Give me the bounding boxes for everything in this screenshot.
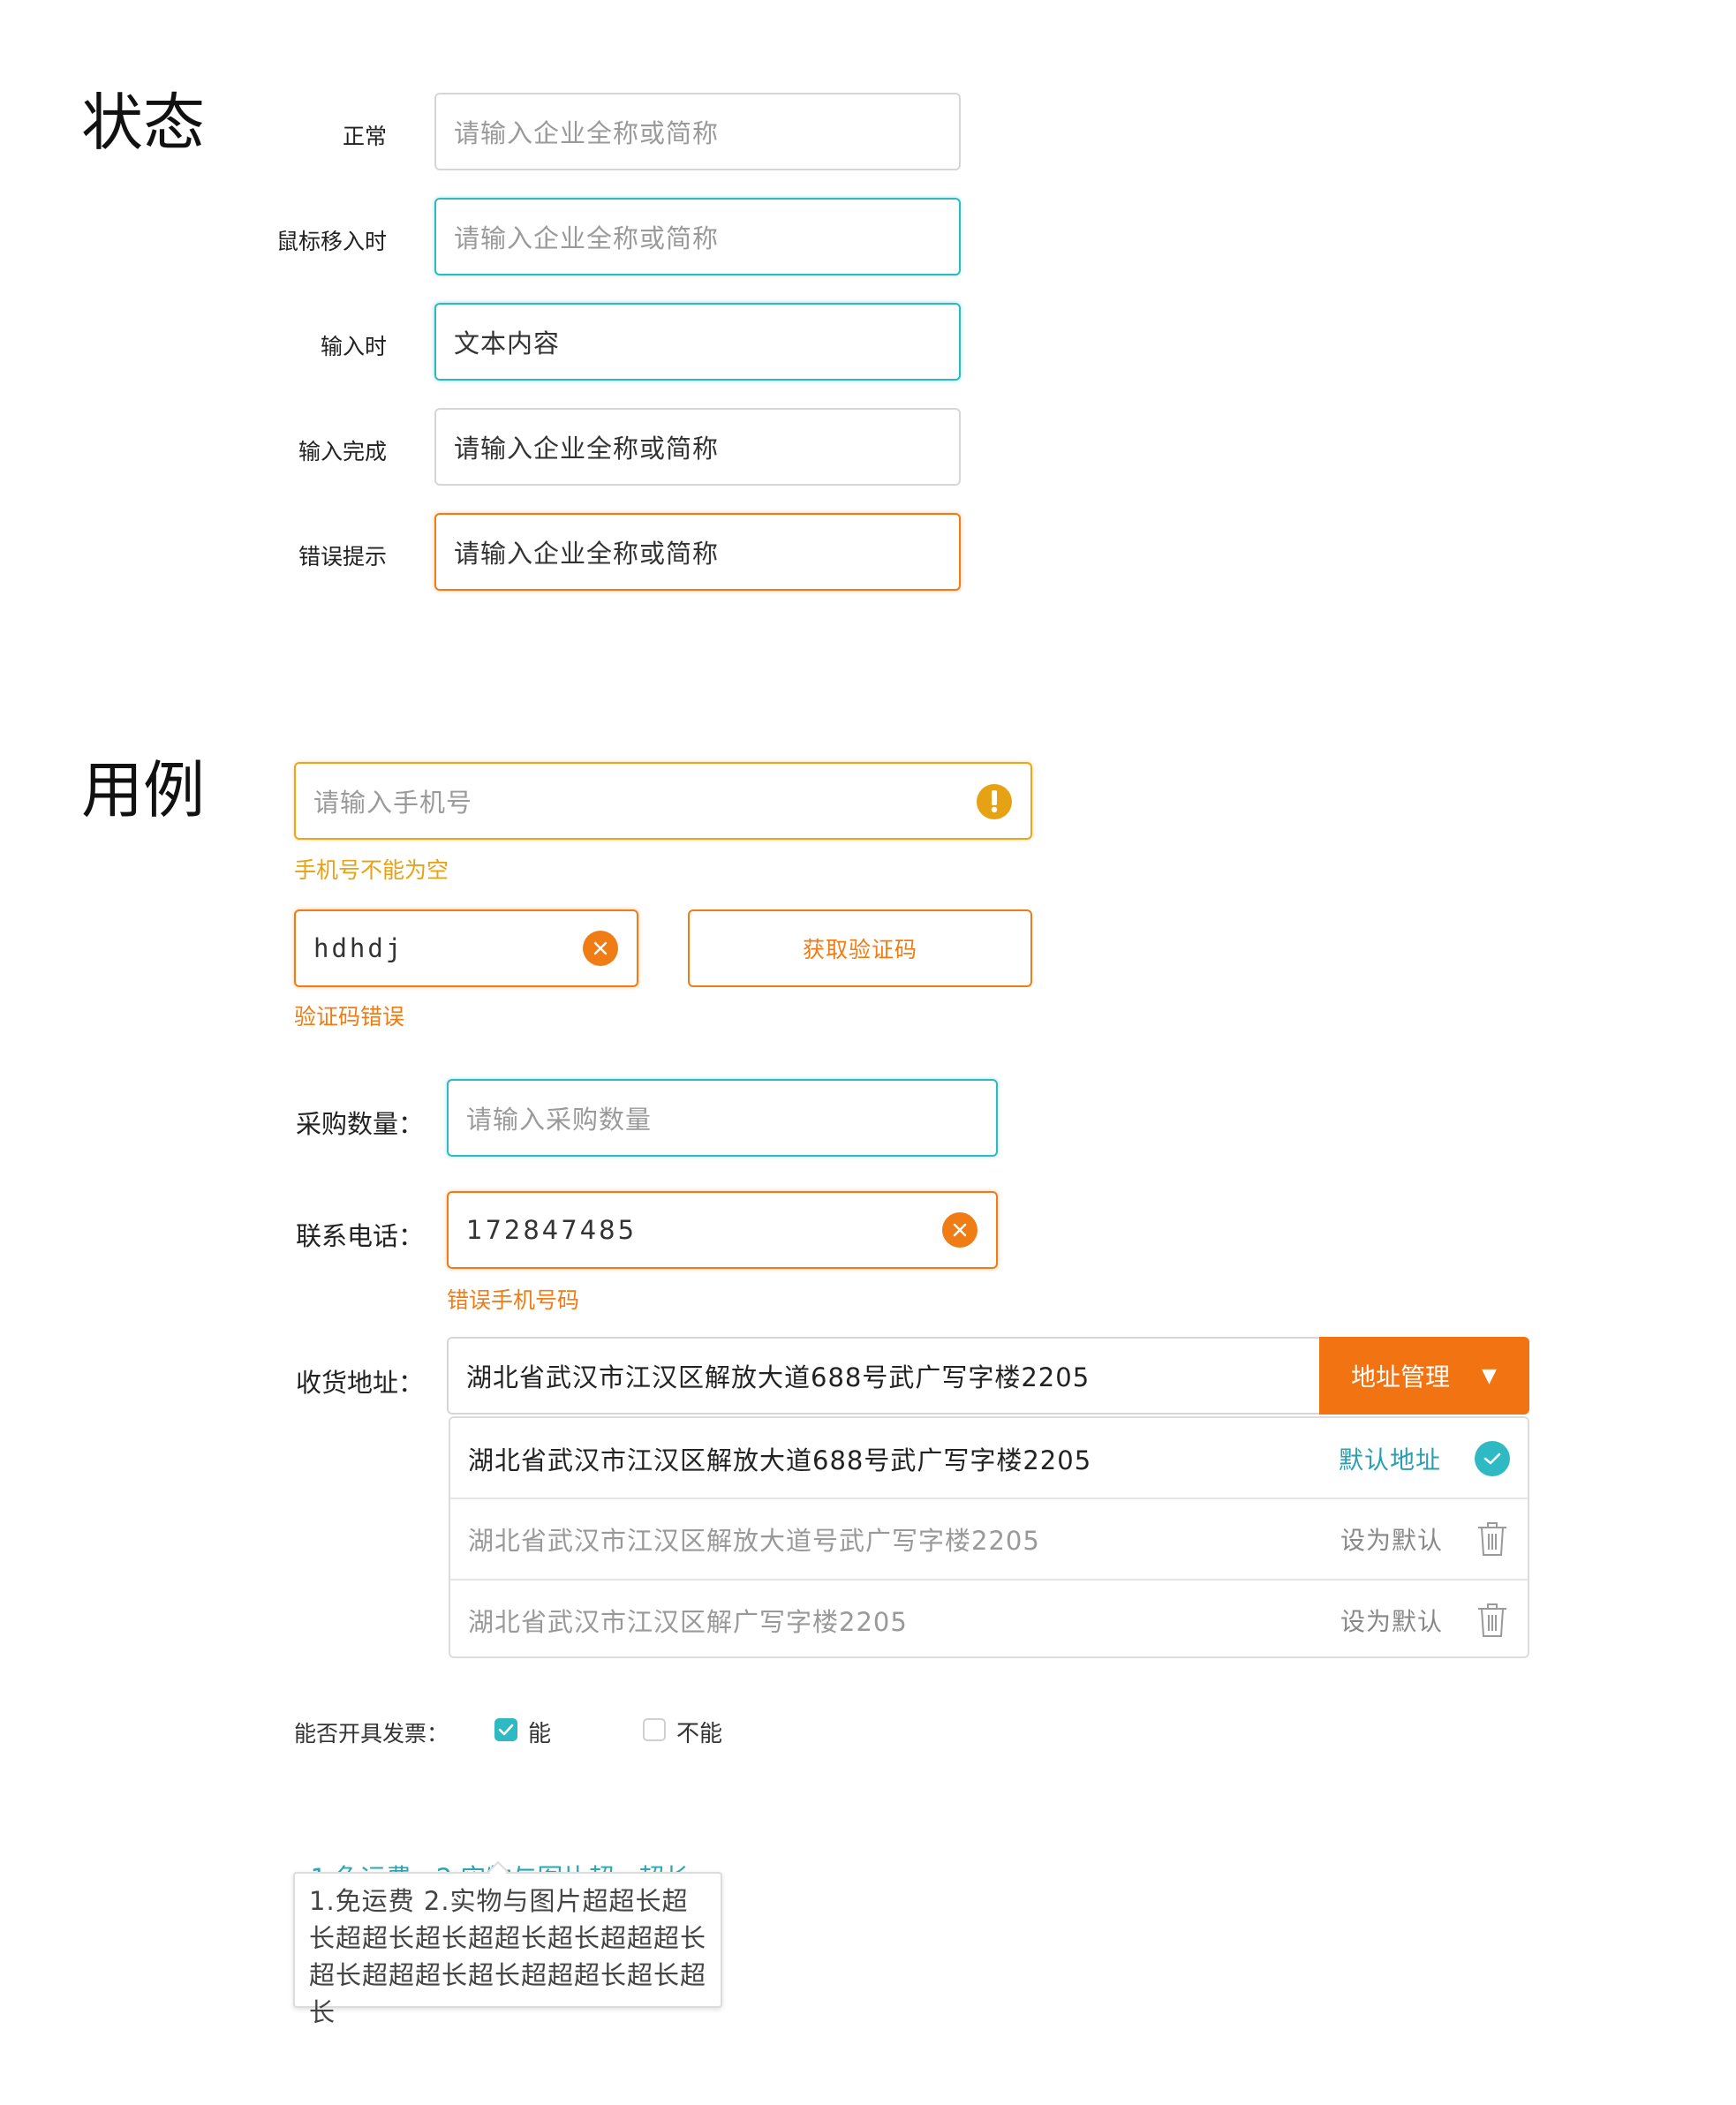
address-option[interactable]: 湖北省武汉市江汉区解广写字楼2205 设为默认 [450, 1579, 1528, 1660]
invoice-label: 能否开具发票： [294, 1721, 449, 1747]
input-text: 请输入企业全称或简称 [454, 539, 720, 569]
contact-value: 172847485 [466, 1215, 638, 1245]
input-text: 请输入企业全称或简称 [454, 434, 720, 464]
code-error: 验证码错误 [294, 1004, 405, 1030]
examples-title: 用例 [81, 754, 205, 826]
address-dropdown: 湖北省武汉市江汉区解放大道688号武广写字楼2205 默认地址 湖北省武汉市江汉… [449, 1416, 1529, 1658]
address-option-text: 湖北省武汉市江汉区解广写字楼2205 [468, 1607, 908, 1637]
promo-tooltip-text: 1.免运费 2.实物与图片超超长超长超超长超长超超长超长超超超长超长超超超长超长… [309, 1886, 707, 2027]
address-input[interactable]: 湖北省武汉市江汉区解放大道688号武广写字楼2205 [447, 1337, 1319, 1415]
contact-label: 联系电话： [295, 1221, 424, 1251]
invoice-yes-checkbox[interactable] [494, 1718, 517, 1741]
invoice-yes-label: 能 [528, 1721, 552, 1747]
quantity-placeholder: 请输入采购数量 [466, 1105, 653, 1135]
quantity-label: 采购数量： [295, 1109, 424, 1139]
clear-icon[interactable] [942, 1212, 977, 1248]
get-code-label: 获取验证码 [802, 937, 917, 962]
check-circle-icon [1475, 1441, 1510, 1476]
state-label-done: 输入完成 [298, 439, 387, 464]
state-label-error: 错误提示 [298, 544, 387, 570]
state-label-typing: 输入时 [320, 334, 387, 359]
trash-icon[interactable] [1475, 1520, 1510, 1558]
phone-input[interactable]: 请输入手机号 [294, 762, 1032, 840]
set-default-button[interactable]: 设为默认 [1340, 1521, 1443, 1557]
input-done[interactable]: 请输入企业全称或简称 [434, 408, 961, 486]
address-option[interactable]: 湖北省武汉市江汉区解放大道688号武广写字楼2205 默认地址 [450, 1418, 1528, 1499]
address-option-text: 湖北省武汉市江汉区解放大道688号武广写字楼2205 [468, 1445, 1092, 1475]
default-address-label: 默认地址 [1338, 1445, 1441, 1475]
code-value: hdhdj [313, 933, 404, 963]
clear-icon[interactable] [583, 931, 618, 966]
contact-input[interactable]: 172847485 [447, 1191, 998, 1269]
address-manage-label: 地址管理 [1351, 1362, 1451, 1392]
exclamation-icon [977, 784, 1012, 819]
trash-icon[interactable] [1475, 1602, 1510, 1639]
input-text: 请输入企业全称或简称 [454, 223, 720, 253]
address-label: 收货地址： [295, 1368, 424, 1398]
caret-down-icon: ▼ [1482, 1364, 1497, 1387]
input-normal[interactable]: 请输入企业全称或简称 [434, 93, 961, 170]
state-label-hover: 鼠标移入时 [275, 229, 387, 254]
contact-error: 错误手机号码 [447, 1287, 580, 1313]
states-title: 状态 [81, 87, 205, 159]
get-code-button[interactable]: 获取验证码 [688, 909, 1032, 987]
set-default-button[interactable]: 设为默认 [1340, 1603, 1443, 1638]
input-error[interactable]: 请输入企业全称或简称 [434, 513, 961, 591]
address-option[interactable]: 湖北省武汉市江汉区解放大道号武广写字楼2205 设为默认 [450, 1498, 1528, 1579]
address-manage-button[interactable]: 地址管理 ▼ [1319, 1337, 1529, 1415]
address-option-text: 湖北省武汉市江汉区解放大道号武广写字楼2205 [468, 1526, 1040, 1556]
input-text: 文本内容 [454, 328, 561, 358]
quantity-input[interactable]: 请输入采购数量 [447, 1079, 998, 1157]
address-value: 湖北省武汉市江汉区解放大道688号武广写字楼2205 [466, 1362, 1091, 1392]
invoice-no-label: 不能 [676, 1721, 723, 1747]
phone-warning: 手机号不能为空 [294, 857, 449, 883]
phone-placeholder: 请输入手机号 [313, 788, 473, 818]
input-hover[interactable]: 请输入企业全称或简称 [434, 198, 961, 275]
state-label-normal: 正常 [342, 124, 387, 149]
promo-tooltip: 1.免运费 2.实物与图片超超长超长超超长超长超超长超长超超超长超长超超超长超长… [293, 1872, 722, 2027]
input-typing[interactable]: 文本内容 [434, 303, 961, 381]
input-text: 请输入企业全称或简称 [454, 118, 720, 148]
invoice-no-checkbox[interactable] [643, 1718, 666, 1741]
